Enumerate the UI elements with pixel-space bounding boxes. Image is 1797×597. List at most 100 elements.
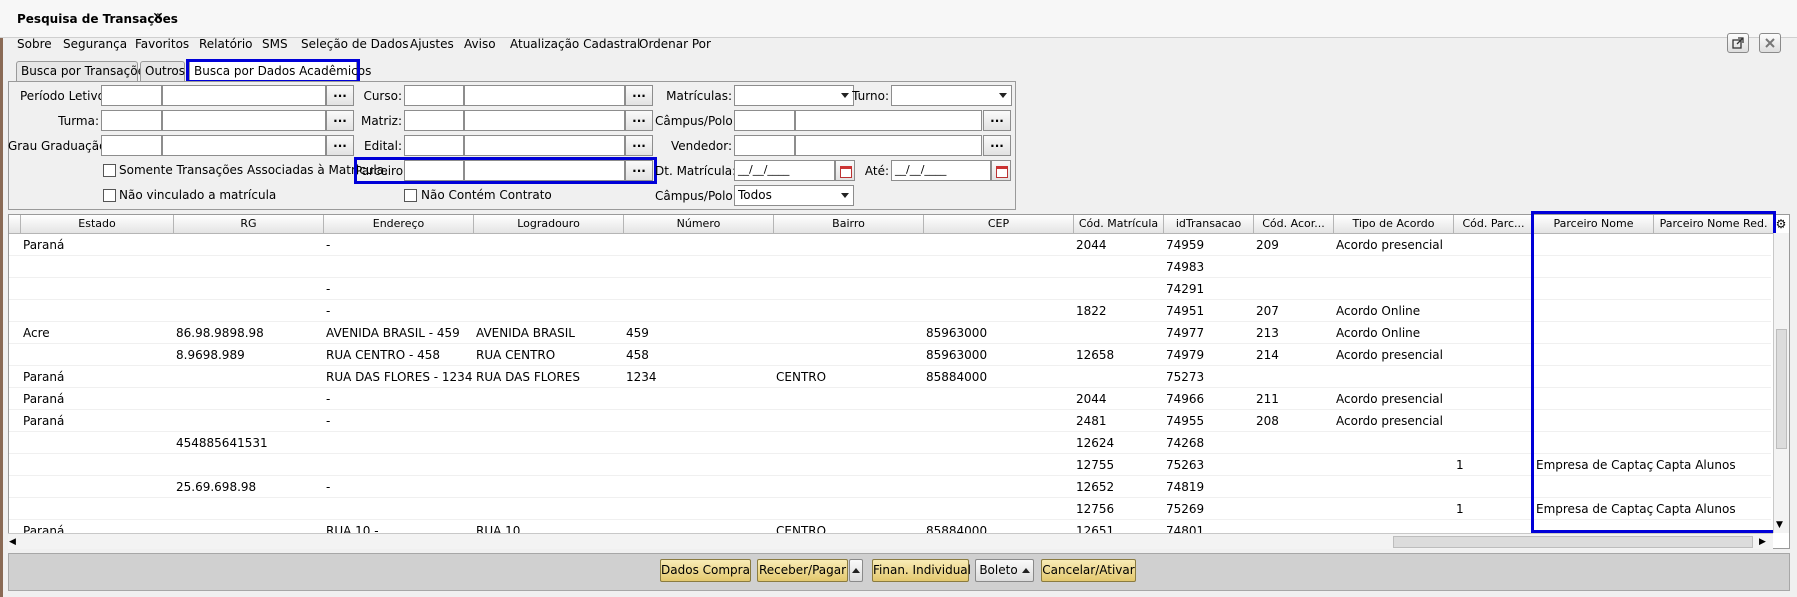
edital-desc-input[interactable] [464, 135, 625, 156]
tab-close-icon[interactable]: ✕ [151, 10, 165, 26]
receber-pagar-button[interactable]: Receber/Pagar [757, 559, 848, 582]
ate-calendar-icon[interactable] [991, 160, 1011, 181]
tab-busca-por-dados-academicos[interactable]: Busca por Dados Acadêmicos [189, 59, 371, 81]
menu-sobre[interactable]: Sobre [17, 37, 52, 51]
menu-ajustes[interactable]: Ajustes [410, 37, 454, 51]
menu-atualizacao-cadastral[interactable]: Atualização Cadastral [510, 37, 640, 51]
table-row[interactable]: 454885641531 12624 74268 [9, 432, 1771, 454]
column-header-numero[interactable]: Número [624, 215, 774, 234]
cell-endereco: RUA DAS FLORES - 1234 [326, 370, 473, 384]
matriz-lookup-button[interactable]: ... [625, 110, 653, 131]
column-header-tipo-de-acordo[interactable]: Tipo de Acordo [1334, 215, 1454, 234]
table-row[interactable]: 25.69.698.98 - 12652 74819 [9, 476, 1771, 498]
table-row[interactable]: 12755 75263 1 Empresa de Captaçã...Capta Al… [9, 454, 1771, 476]
table-row[interactable]: 8.9698.989 RUA CENTRO - 458 RUA CENTRO 458 8… [9, 344, 1771, 366]
vertical-scrollbar[interactable]: ▼ [1773, 233, 1789, 533]
periodo-letivo-lookup-button[interactable]: ... [326, 85, 354, 106]
table-row[interactable]: 12756 75269 1 Empresa de Captaçã...Capta Al… [9, 498, 1771, 520]
column-header-cep[interactable]: CEP [924, 215, 1074, 234]
parceiro-code-input[interactable] [404, 160, 464, 181]
menu-bar: Sobre Segurança Favoritos Relatório SMS … [0, 34, 1797, 56]
edital-code-input[interactable] [404, 135, 464, 156]
column-header-rg[interactable]: RG [174, 215, 324, 234]
scroll-right-icon[interactable]: ▶ [1759, 536, 1769, 548]
nao-contem-contrato-checkbox[interactable] [404, 189, 417, 202]
column-header-endereco[interactable]: Endereço [324, 215, 474, 234]
chevron-up-icon [1021, 568, 1030, 573]
dados-compra-button[interactable]: Dados Compra [660, 559, 751, 582]
menu-seguranca[interactable]: Segurança [63, 37, 127, 51]
window-close-button[interactable] [1759, 33, 1781, 53]
matriz-code-input[interactable] [404, 110, 464, 131]
table-row[interactable]: Paraná - 2481 74955 208 Acordo presencial [9, 410, 1771, 432]
menu-favoritos[interactable]: Favoritos [135, 37, 189, 51]
cancelar-ativar-button[interactable]: Cancelar/Ativar [1041, 559, 1136, 582]
boleto-button[interactable]: Boleto [975, 559, 1034, 582]
grau-graduacao-desc-input[interactable] [162, 135, 326, 156]
scroll-down-icon[interactable]: ▼ [1776, 519, 1787, 531]
table-row[interactable]: - 74291 [9, 278, 1771, 300]
campus-polo-lookup-button[interactable]: ... [983, 110, 1011, 131]
turno-select[interactable] [891, 85, 1012, 106]
campus-polo-select[interactable]: Todos [734, 185, 854, 206]
table-row[interactable]: Paraná - 2044 74959 209 Acordo presencial [9, 234, 1771, 256]
column-header-cod-parceiro[interactable]: Cód. Parc... [1454, 215, 1534, 234]
periodo-letivo-desc-input[interactable] [162, 85, 326, 106]
receber-pagar-menu-button[interactable] [849, 559, 863, 582]
tab-busca-por-transacoes[interactable]: Busca por Transações [16, 61, 151, 81]
finan-individual-button[interactable]: Finan. Individual [872, 559, 971, 582]
campus-polo-desc-input[interactable] [795, 110, 982, 131]
dt-matricula-calendar-icon[interactable] [835, 160, 855, 181]
turma-lookup-button[interactable]: ... [326, 110, 354, 131]
vertical-scroll-thumb[interactable] [1776, 329, 1787, 449]
turma-desc-input[interactable] [162, 110, 326, 131]
cell-parceiro-nome [1534, 322, 1654, 344]
column-header-cod-acordo[interactable]: Cód. Acor... [1254, 215, 1334, 234]
vendedor-lookup-button[interactable]: ... [983, 135, 1011, 156]
nao-vinculado-checkbox[interactable] [103, 189, 116, 202]
popout-button[interactable] [1727, 33, 1749, 53]
table-row[interactable]: Acre 86.98.9898.98 AVENIDA BRASIL - 459 AVE… [9, 322, 1771, 344]
vendedor-code-input[interactable] [734, 135, 795, 156]
scroll-left-icon[interactable]: ◀ [9, 536, 19, 548]
menu-sms[interactable]: SMS [262, 37, 288, 51]
matriz-desc-input[interactable] [464, 110, 625, 131]
curso-code-input[interactable] [404, 85, 464, 106]
column-header-id-transacao[interactable]: idTransacao [1164, 215, 1254, 234]
dt-matricula-input[interactable]: __/__/____ [734, 160, 835, 181]
campus-polo-code-input[interactable] [734, 110, 795, 131]
column-header-cod-matricula[interactable]: Cód. Matrícula [1074, 215, 1164, 234]
table-row[interactable]: 74983 [9, 256, 1771, 278]
column-header-parceiro-nome[interactable]: Parceiro Nome [1534, 215, 1654, 234]
periodo-letivo-code-input[interactable] [101, 85, 162, 106]
turma-code-input[interactable] [101, 110, 162, 131]
grau-graduacao-lookup-button[interactable]: ... [326, 135, 354, 156]
curso-desc-input[interactable] [464, 85, 625, 106]
column-header-parceiro-nome-red[interactable]: Parceiro Nome Red. [1654, 215, 1774, 234]
menu-ordenar-por[interactable]: Ordenar Por [639, 37, 711, 51]
horizontal-scrollbar[interactable]: ◀ ▶ [8, 533, 1773, 549]
cell-id-transacao: 75263 [1166, 458, 1205, 472]
menu-aviso[interactable]: Aviso [464, 37, 496, 51]
column-header-bairro[interactable]: Bairro [774, 215, 924, 234]
vendedor-desc-input[interactable] [795, 135, 982, 156]
grau-graduacao-code-input[interactable] [101, 135, 162, 156]
table-row[interactable]: Paraná - 2044 74966 211 Acordo presencial [9, 388, 1771, 410]
parceiro-lookup-button[interactable]: ... [625, 160, 653, 181]
somente-transacoes-checkbox[interactable] [103, 164, 116, 177]
edital-lookup-button[interactable]: ... [625, 135, 653, 156]
horizontal-scroll-thumb[interactable] [1393, 536, 1753, 548]
parceiro-desc-input[interactable] [464, 160, 625, 181]
cell-parceiro-nome-red: Capta Alunos [1656, 502, 1736, 516]
gear-icon[interactable]: ⚙ [1774, 217, 1788, 231]
menu-relatorio[interactable]: Relatório [199, 37, 253, 51]
table-row[interactable]: Paraná RUA DAS FLORES - 1234 RUA DAS FLORE… [9, 366, 1771, 388]
ate-date-input[interactable]: __/__/____ [891, 160, 991, 181]
curso-lookup-button[interactable]: ... [625, 85, 653, 106]
column-header-estado[interactable]: Estado [21, 215, 174, 234]
table-row[interactable]: - 1822 74951 207 Acordo Online [9, 300, 1771, 322]
column-header-logradouro[interactable]: Logradouro [474, 215, 624, 234]
menu-selecao-de-dados[interactable]: Seleção de Dados [301, 37, 408, 51]
matriculas-select[interactable] [734, 85, 854, 106]
tab-outros[interactable]: Outros [140, 61, 185, 81]
